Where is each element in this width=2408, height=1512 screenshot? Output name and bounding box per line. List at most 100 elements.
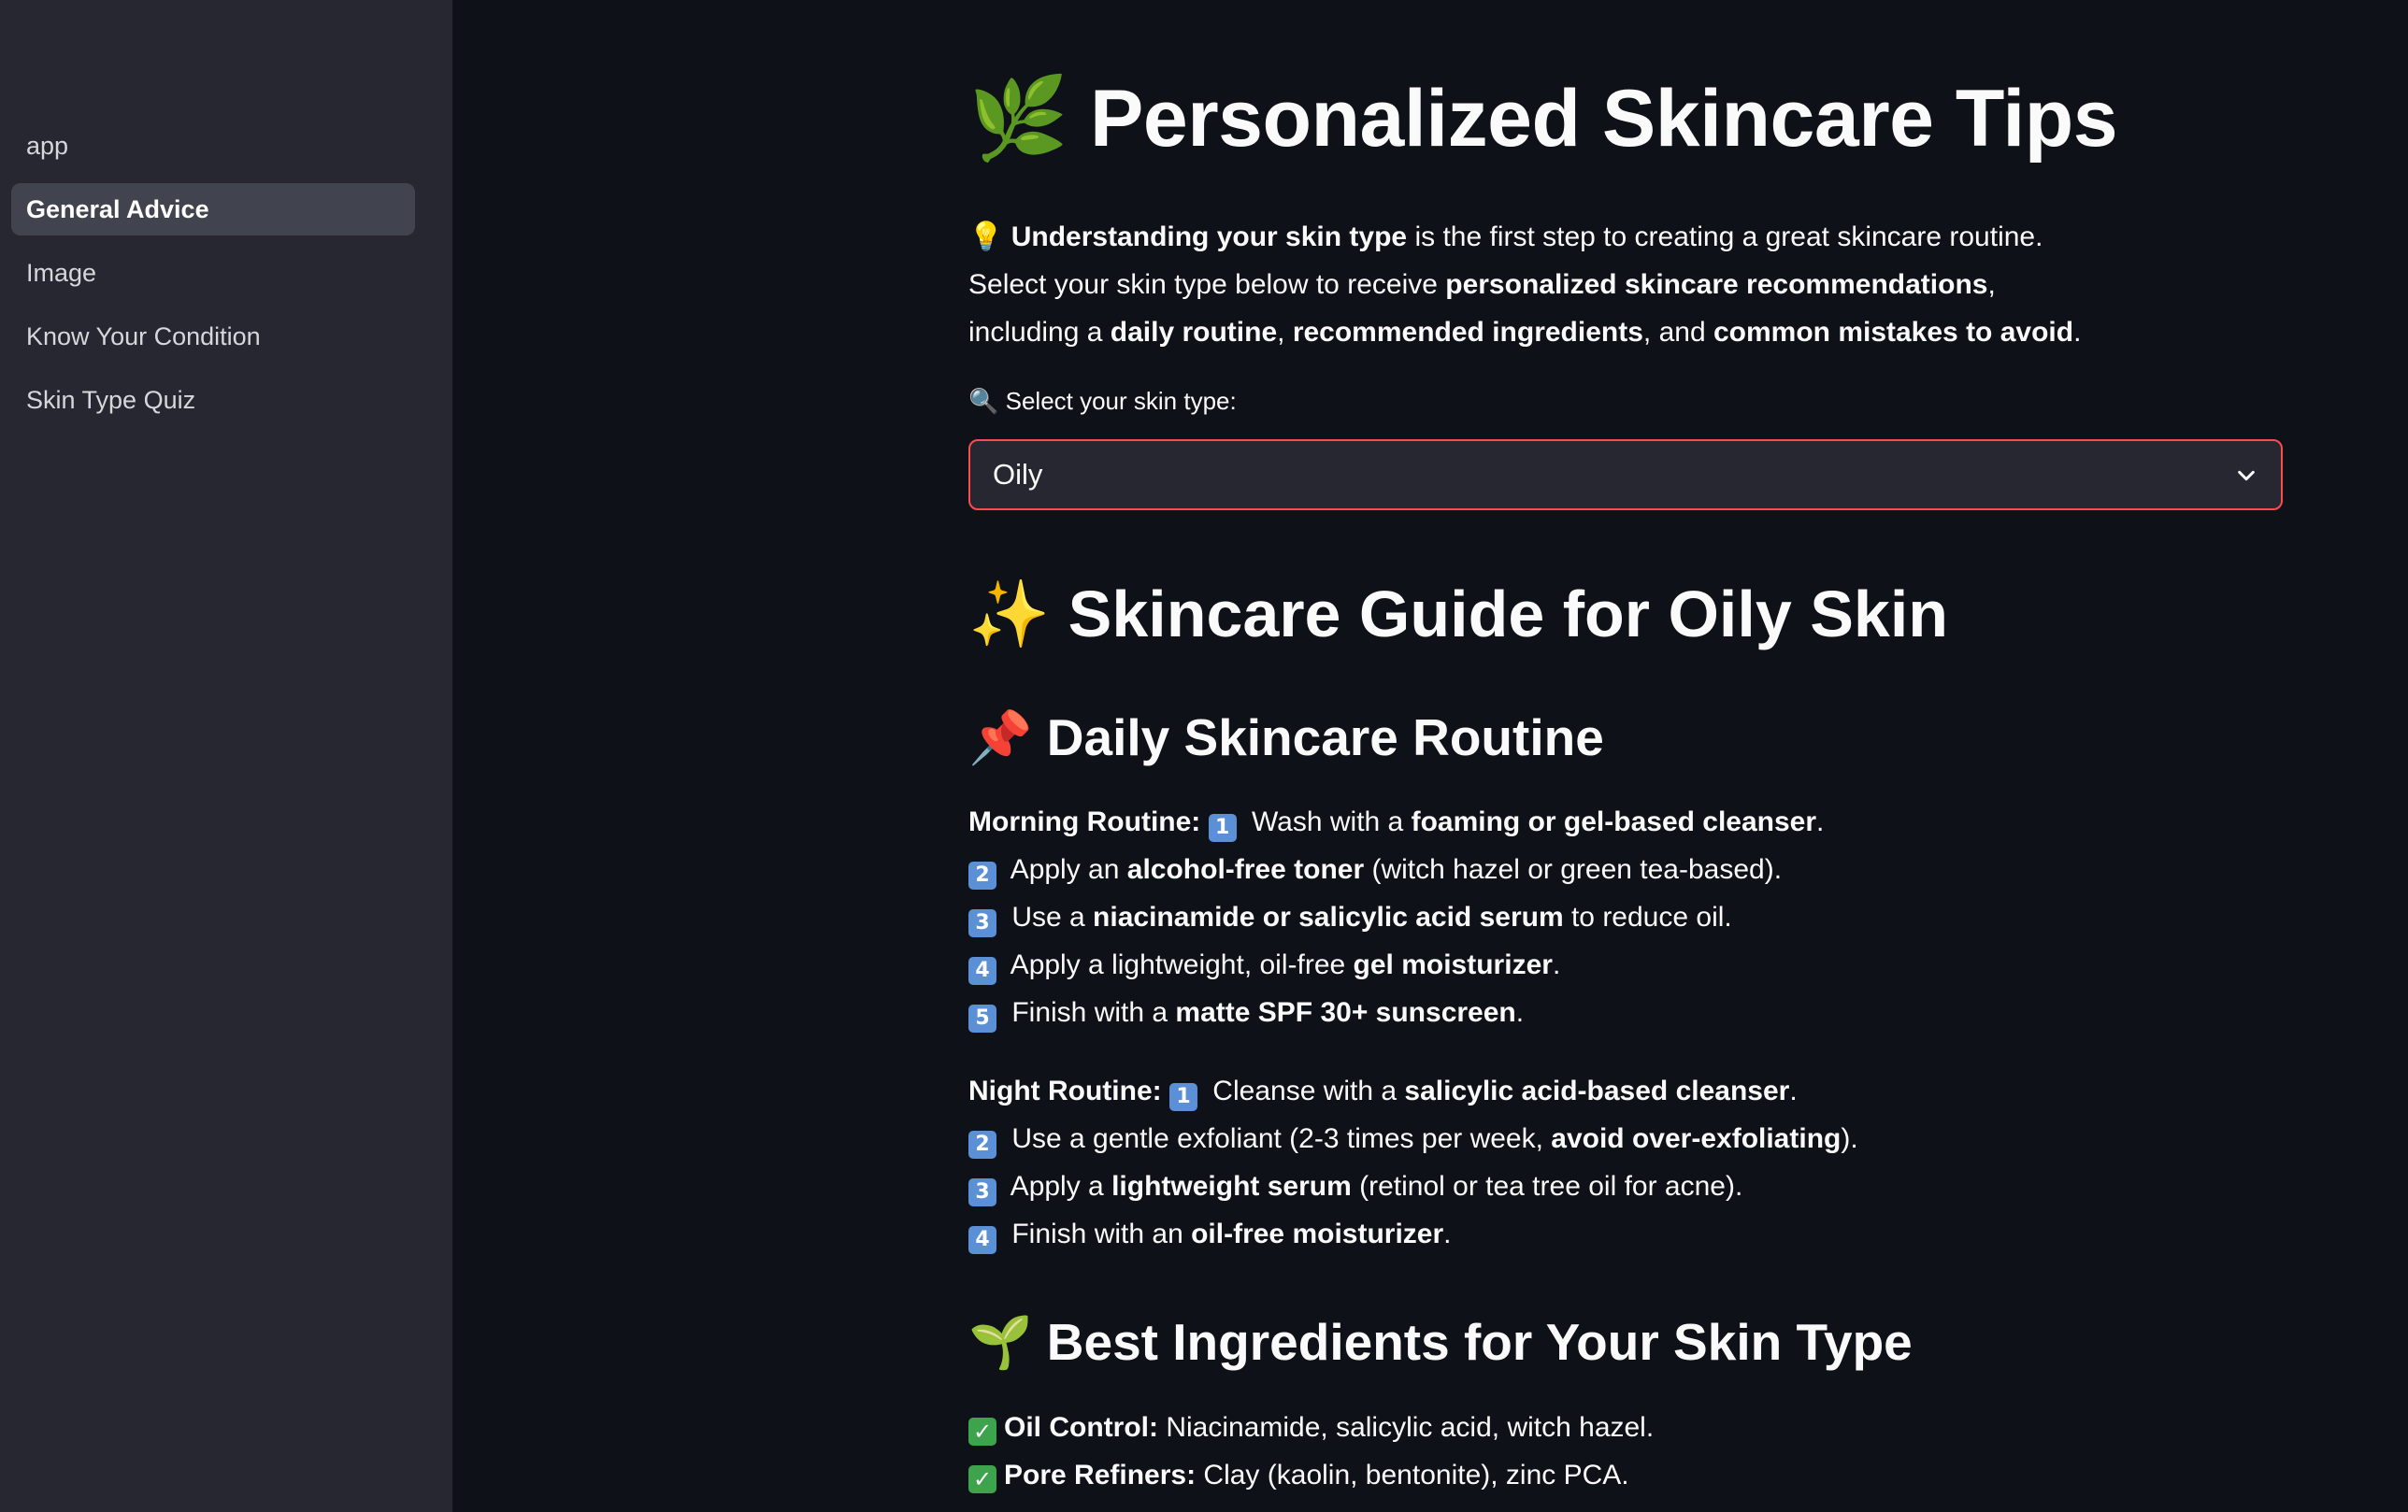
chevron-down-icon	[2238, 470, 2255, 481]
morning-routine-label: Morning Routine:	[968, 806, 1201, 837]
intro-bold: personalized skincare recommendations	[1445, 269, 1988, 300]
morning-routine: Morning Routine: 1 Wash with a foaming o…	[968, 798, 2286, 1036]
step-text: .	[1443, 1219, 1452, 1249]
sidebar-item-skin-type-quiz[interactable]: Skin Type Quiz	[11, 374, 415, 426]
keycap-3-icon: 3	[968, 1178, 996, 1206]
intro-bold: Understanding your skin type	[1010, 221, 1408, 252]
night-routine: Night Routine: 1 Cleanse with a salicyli…	[968, 1067, 2286, 1258]
step-bold: salicylic acid-based cleanser	[1404, 1076, 1790, 1106]
keycap-3-icon: 3	[968, 909, 996, 937]
step-text: (witch hazel or green tea-based).	[1364, 854, 1783, 885]
intro-text: ,	[1987, 269, 1996, 300]
skin-type-select[interactable]: Oily	[968, 439, 2283, 510]
step-text: .	[1515, 997, 1525, 1028]
step-bold: alcohol-free toner	[1126, 854, 1365, 885]
ingredient-bold: Pore Refiners:	[1004, 1460, 1197, 1491]
night-routine-label: Night Routine:	[968, 1076, 1162, 1106]
step-text: .	[1789, 1076, 1798, 1106]
app-root: app General Advice Image Know Your Condi…	[0, 0, 2408, 1512]
sidebar-item-general-advice[interactable]: General Advice	[11, 183, 415, 235]
check-mark-icon: ✓	[968, 1465, 996, 1493]
step-bold: foaming or gel-based cleanser	[1411, 806, 1817, 837]
guide-heading-text: Skincare Guide for Oily Skin	[1068, 578, 1949, 650]
routine-heading: 📌 Daily Skincare Routine	[968, 712, 1604, 763]
morning-step-4: 4 Apply a lightweight, oil-free gel mois…	[968, 941, 2286, 989]
night-step-3: 3 Apply a lightweight serum (retinol or …	[968, 1163, 2286, 1210]
step-text: Use a	[1004, 902, 1094, 933]
ingredient-text: Clay (kaolin, bentonite), zinc PCA.	[1196, 1460, 1629, 1491]
ingredient-bold: Oil Control:	[1004, 1412, 1158, 1443]
intro-text: Select your skin type below to receive	[968, 269, 1446, 300]
intro-bold: common mistakes to avoid	[1713, 317, 2074, 348]
step-bold: niacinamide or salicylic acid serum	[1093, 902, 1564, 933]
step-bold: lightweight serum	[1111, 1171, 1352, 1202]
intro-text: including a	[968, 317, 1111, 348]
skin-type-selected-value: Oily	[993, 458, 1043, 491]
morning-step-3: 3 Use a niacinamide or salicylic acid se…	[968, 893, 2286, 941]
ingredient-text: Niacinamide, salicylic acid, witch hazel…	[1157, 1412, 1655, 1443]
step-text: (retinol or tea tree oil for acne).	[1351, 1171, 1743, 1202]
sidebar-item-image[interactable]: Image	[11, 247, 415, 299]
ingredients-heading: 🌱 Best Ingredients for Your Skin Type	[968, 1317, 1913, 1368]
step-text: to reduce oil.	[1563, 902, 1732, 933]
routine-heading-text: Daily Skincare Routine	[1046, 708, 1604, 766]
sidebar-nav: app General Advice Image Know Your Condi…	[11, 120, 415, 437]
sidebar-item-app[interactable]: app	[11, 120, 415, 172]
step-text: Finish with a	[1004, 997, 1176, 1028]
intro-text: , and	[1642, 317, 1713, 348]
ingredient-item: ✓ Pore Refiners: Clay (kaolin, bentonite)…	[968, 1451, 2286, 1499]
morning-step-5: 5 Finish with a matte SPF 30+ sunscreen.	[968, 989, 2286, 1036]
step-text: .	[1816, 806, 1825, 837]
guide-heading: ✨ Skincare Guide for Oily Skin	[968, 581, 1948, 647]
keycap-4-icon: 4	[968, 957, 996, 985]
ingredients-heading-text: Best Ingredients for Your Skin Type	[1046, 1313, 1913, 1371]
pushpin-icon: 📌	[968, 707, 1033, 767]
check-mark-icon: ✓	[968, 1418, 996, 1446]
keycap-2-icon: 2	[968, 862, 996, 890]
intro-bold: daily routine	[1110, 317, 1278, 348]
night-step-4: 4 Finish with an oil-free moisturizer.	[968, 1210, 2286, 1258]
step-text: Apply a	[1004, 1171, 1112, 1202]
intro-text: ,	[1277, 317, 1293, 348]
intro-text: is the first step to creating a great sk…	[1407, 221, 2043, 252]
seedling-icon: 🌱	[968, 1312, 1033, 1372]
night-step-1: Night Routine: 1 Cleanse with a salicyli…	[968, 1067, 2286, 1115]
step-text: ).	[1841, 1123, 1858, 1154]
page-title: 🌿 Personalized Skincare Tips	[968, 78, 2118, 159]
intro-line-2: Select your skin type below to receive p…	[968, 261, 2286, 308]
intro-line-1: 💡 Understanding your skin type is the fi…	[968, 213, 2286, 261]
leaf-icon: 🌿	[968, 72, 1068, 165]
intro-line-3: including a daily routine, recommended i…	[968, 308, 2286, 356]
sidebar-item-know-your-condition[interactable]: Know Your Condition	[11, 310, 415, 363]
morning-step-2: 2 Apply an alcohol-free toner (witch haz…	[968, 846, 2286, 893]
morning-step-1: Morning Routine: 1 Wash with a foaming o…	[968, 798, 2286, 846]
sidebar: app General Advice Image Know Your Condi…	[0, 0, 452, 1512]
intro-bold: recommended ingredients	[1292, 317, 1643, 348]
step-text: Wash with a	[1243, 806, 1412, 837]
night-step-2: 2 Use a gentle exfoliant (2-3 times per …	[968, 1115, 2286, 1163]
keycap-4-icon: 4	[968, 1226, 996, 1254]
step-text: Finish with an	[1004, 1219, 1192, 1249]
page-title-text: Personalized Skincare Tips	[1090, 74, 2118, 164]
step-text: Apply an	[1004, 854, 1127, 885]
keycap-1-icon: 1	[1208, 814, 1237, 842]
step-bold: matte SPF 30+ sunscreen	[1175, 997, 1516, 1028]
step-text: Apply a lightweight, oil-free	[1004, 949, 1354, 980]
magnifier-icon: 🔍	[968, 388, 999, 416]
intro-text: .	[2073, 317, 2082, 348]
step-text: .	[1552, 949, 1561, 980]
keycap-1-icon: 1	[1168, 1083, 1197, 1111]
ingredients-list: ✓ Oil Control: Niacinamide, salicylic aci…	[968, 1404, 2286, 1499]
step-bold: avoid over-exfoliating	[1551, 1123, 1842, 1154]
step-text: Use a gentle exfoliant (2-3 times per we…	[1004, 1123, 1552, 1154]
keycap-5-icon: 5	[968, 1005, 996, 1033]
lightbulb-icon: 💡	[968, 221, 1004, 253]
step-bold: oil-free moisturizer	[1191, 1219, 1444, 1249]
skin-type-select-label: 🔍 Select your skin type:	[968, 387, 1237, 416]
step-text: Cleanse with a	[1204, 1076, 1405, 1106]
ingredient-item: ✓ Oil Control: Niacinamide, salicylic aci…	[968, 1404, 2286, 1451]
intro-text: 💡 Understanding your skin type is the fi…	[968, 213, 2286, 356]
step-bold: gel moisturizer	[1353, 949, 1553, 980]
sparkles-icon: ✨	[968, 576, 1051, 652]
keycap-2-icon: 2	[968, 1131, 996, 1159]
